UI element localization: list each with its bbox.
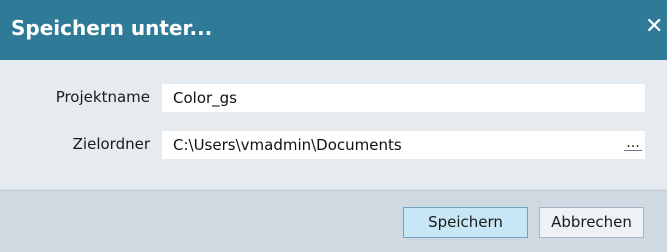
target-folder-label: Zielordner: [72, 135, 150, 153]
project-name-label: Projektname: [55, 88, 150, 106]
project-name-input[interactable]: Color_gs: [162, 84, 645, 112]
dialog-title: Speichern unter...: [11, 16, 213, 40]
ellipsis-icon: ...: [624, 135, 642, 151]
target-folder-input[interactable]: C:\Users\vmadmin\Documents: [162, 131, 621, 159]
cancel-button[interactable]: Abbrechen: [539, 207, 644, 238]
dialog-titlebar: Speichern unter... ✕: [0, 0, 667, 60]
save-as-dialog: Speichern unter... ✕ Projektname Color_g…: [0, 0, 667, 252]
dialog-body: [0, 60, 667, 188]
close-icon[interactable]: ✕: [645, 12, 667, 42]
save-button[interactable]: Speichern: [403, 207, 528, 238]
browse-button[interactable]: ...: [621, 131, 645, 159]
